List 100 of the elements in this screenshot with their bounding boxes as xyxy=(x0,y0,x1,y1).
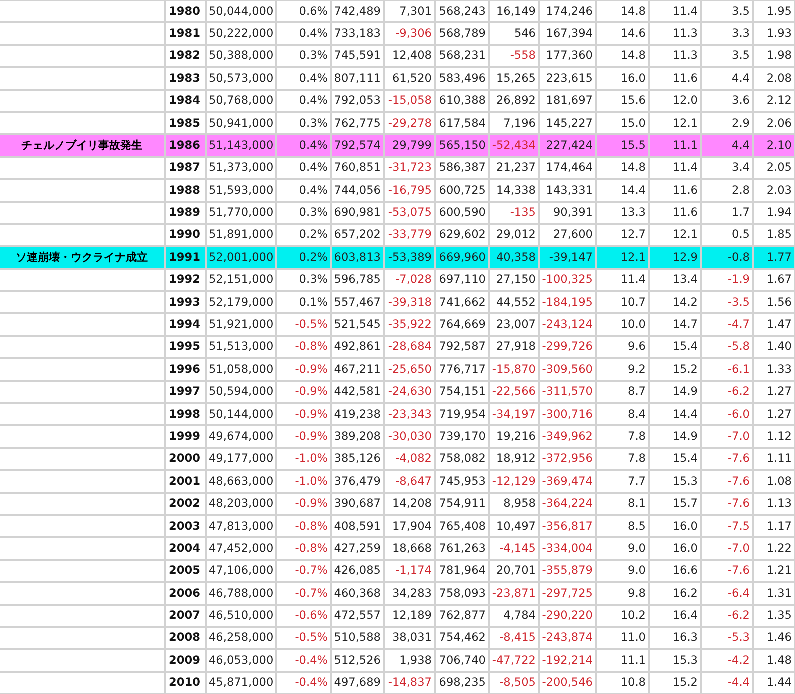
table-cell: 617,584 xyxy=(435,112,489,134)
table-cell: -33,779 xyxy=(384,224,435,246)
table-cell: 15.4 xyxy=(649,448,701,470)
table-cell: 0.3% xyxy=(276,112,331,134)
year-cell: 1992 xyxy=(165,268,206,292)
table-cell: 61,520 xyxy=(384,67,435,90)
table-cell: 49,177,000 xyxy=(206,448,276,470)
table-cell: 0.4% xyxy=(276,179,331,202)
table-cell: 3.3 xyxy=(701,22,753,45)
table-cell: 546 xyxy=(489,22,539,45)
table-cell: -0.9% xyxy=(276,425,331,448)
table-cell: -349,962 xyxy=(539,425,596,448)
table-cell: 8.5 xyxy=(596,514,649,538)
table-cell: 15.2 xyxy=(649,672,701,694)
table-cell: 492,861 xyxy=(331,336,384,358)
table-cell: -30,030 xyxy=(384,425,435,448)
year-cell: 1995 xyxy=(165,336,206,358)
table-cell: 2.12 xyxy=(753,90,795,112)
table-cell: 50,044,000 xyxy=(206,0,276,22)
year-cell: 2000 xyxy=(165,448,206,470)
table-cell: 10,497 xyxy=(489,514,539,538)
table-cell: 1.95 xyxy=(753,0,795,22)
table-cell: -6.2 xyxy=(701,380,753,404)
table-cell: 47,813,000 xyxy=(206,514,276,538)
table-cell: 50,388,000 xyxy=(206,44,276,68)
table-cell: 781,964 xyxy=(435,560,489,582)
table-cell: -35,922 xyxy=(384,313,435,336)
table-cell: 15.3 xyxy=(649,470,701,493)
table-cell: 408,591 xyxy=(331,514,384,538)
table-cell: 174,246 xyxy=(539,0,596,22)
table-cell: 174,464 xyxy=(539,156,596,180)
table-cell: 47,452,000 xyxy=(206,537,276,560)
table-cell: -290,220 xyxy=(539,604,596,627)
table-cell: 669,960 xyxy=(435,246,489,269)
table-cell: 4.4 xyxy=(701,67,753,90)
table-cell: -4,082 xyxy=(384,448,435,470)
table-cell: -8,505 xyxy=(489,672,539,694)
table-cell: 1.98 xyxy=(753,44,795,68)
table-cell: 610,388 xyxy=(435,90,489,112)
table-cell: -0.5% xyxy=(276,313,331,336)
table-cell: -1.0% xyxy=(276,470,331,493)
table-cell: 762,877 xyxy=(435,604,489,627)
table-cell: 2.8 xyxy=(701,179,753,202)
table-cell: 51,593,000 xyxy=(206,179,276,202)
table-cell: 44,552 xyxy=(489,291,539,314)
table-cell: -4.4 xyxy=(701,672,753,694)
table-cell: 46,258,000 xyxy=(206,626,276,650)
table-cell: 11.6 xyxy=(649,179,701,202)
table-cell: 1.31 xyxy=(753,582,795,605)
table-cell: 14.4 xyxy=(649,403,701,426)
table-cell: -0.8% xyxy=(276,537,331,560)
table-cell: -5.8 xyxy=(701,336,753,358)
table-cell: 0.3% xyxy=(276,268,331,292)
table-cell: 13.4 xyxy=(649,268,701,292)
table-cell: 2.9 xyxy=(701,112,753,134)
table-cell: -558 xyxy=(489,44,539,68)
table-cell: 0.5 xyxy=(701,224,753,246)
table-cell: 1.40 xyxy=(753,336,795,358)
table-cell: 4,784 xyxy=(489,604,539,627)
year-cell: 2009 xyxy=(165,649,206,672)
table-cell: 758,082 xyxy=(435,448,489,470)
table-cell: -9,306 xyxy=(384,22,435,45)
table-cell: -0.8% xyxy=(276,514,331,538)
table-cell: 1.35 xyxy=(753,604,795,627)
table-cell: 51,770,000 xyxy=(206,202,276,224)
table-cell: 1.56 xyxy=(753,291,795,314)
table-cell: -0.9% xyxy=(276,380,331,404)
table-cell: -24,630 xyxy=(384,380,435,404)
table-cell: 51,058,000 xyxy=(206,358,276,381)
year-cell: 1982 xyxy=(165,44,206,68)
table-cell: 792,587 xyxy=(435,336,489,358)
table-cell: -6.0 xyxy=(701,403,753,426)
table-cell: 51,373,000 xyxy=(206,156,276,180)
table-cell: 1.67 xyxy=(753,268,795,292)
year-cell: 1985 xyxy=(165,112,206,134)
table-cell: 51,143,000 xyxy=(206,134,276,157)
table-cell: 40,358 xyxy=(489,246,539,269)
table-cell: 0.3% xyxy=(276,202,331,224)
table-cell: -364,224 xyxy=(539,492,596,515)
table-cell: 46,053,000 xyxy=(206,649,276,672)
year-cell: 2003 xyxy=(165,514,206,538)
table-cell: 1.21 xyxy=(753,560,795,582)
table-cell: -6.1 xyxy=(701,358,753,381)
table-cell: 34,283 xyxy=(384,582,435,605)
table-cell: 8.1 xyxy=(596,492,649,515)
year-cell: 2007 xyxy=(165,604,206,627)
table-cell: -7.6 xyxy=(701,560,753,582)
table-cell: 223,615 xyxy=(539,67,596,90)
table-cell: 4.4 xyxy=(701,134,753,157)
table-cell: 2.05 xyxy=(753,156,795,180)
table-cell: 14.2 xyxy=(649,291,701,314)
table-cell: 9.8 xyxy=(596,582,649,605)
table-cell: -0.8 xyxy=(701,246,753,269)
table-cell: 762,775 xyxy=(331,112,384,134)
year-cell: 1998 xyxy=(165,403,206,426)
year-cell: 2006 xyxy=(165,582,206,605)
table-cell: 16.4 xyxy=(649,604,701,627)
year-cell: 1989 xyxy=(165,202,206,224)
table-cell: -135 xyxy=(489,202,539,224)
table-cell: 390,687 xyxy=(331,492,384,515)
